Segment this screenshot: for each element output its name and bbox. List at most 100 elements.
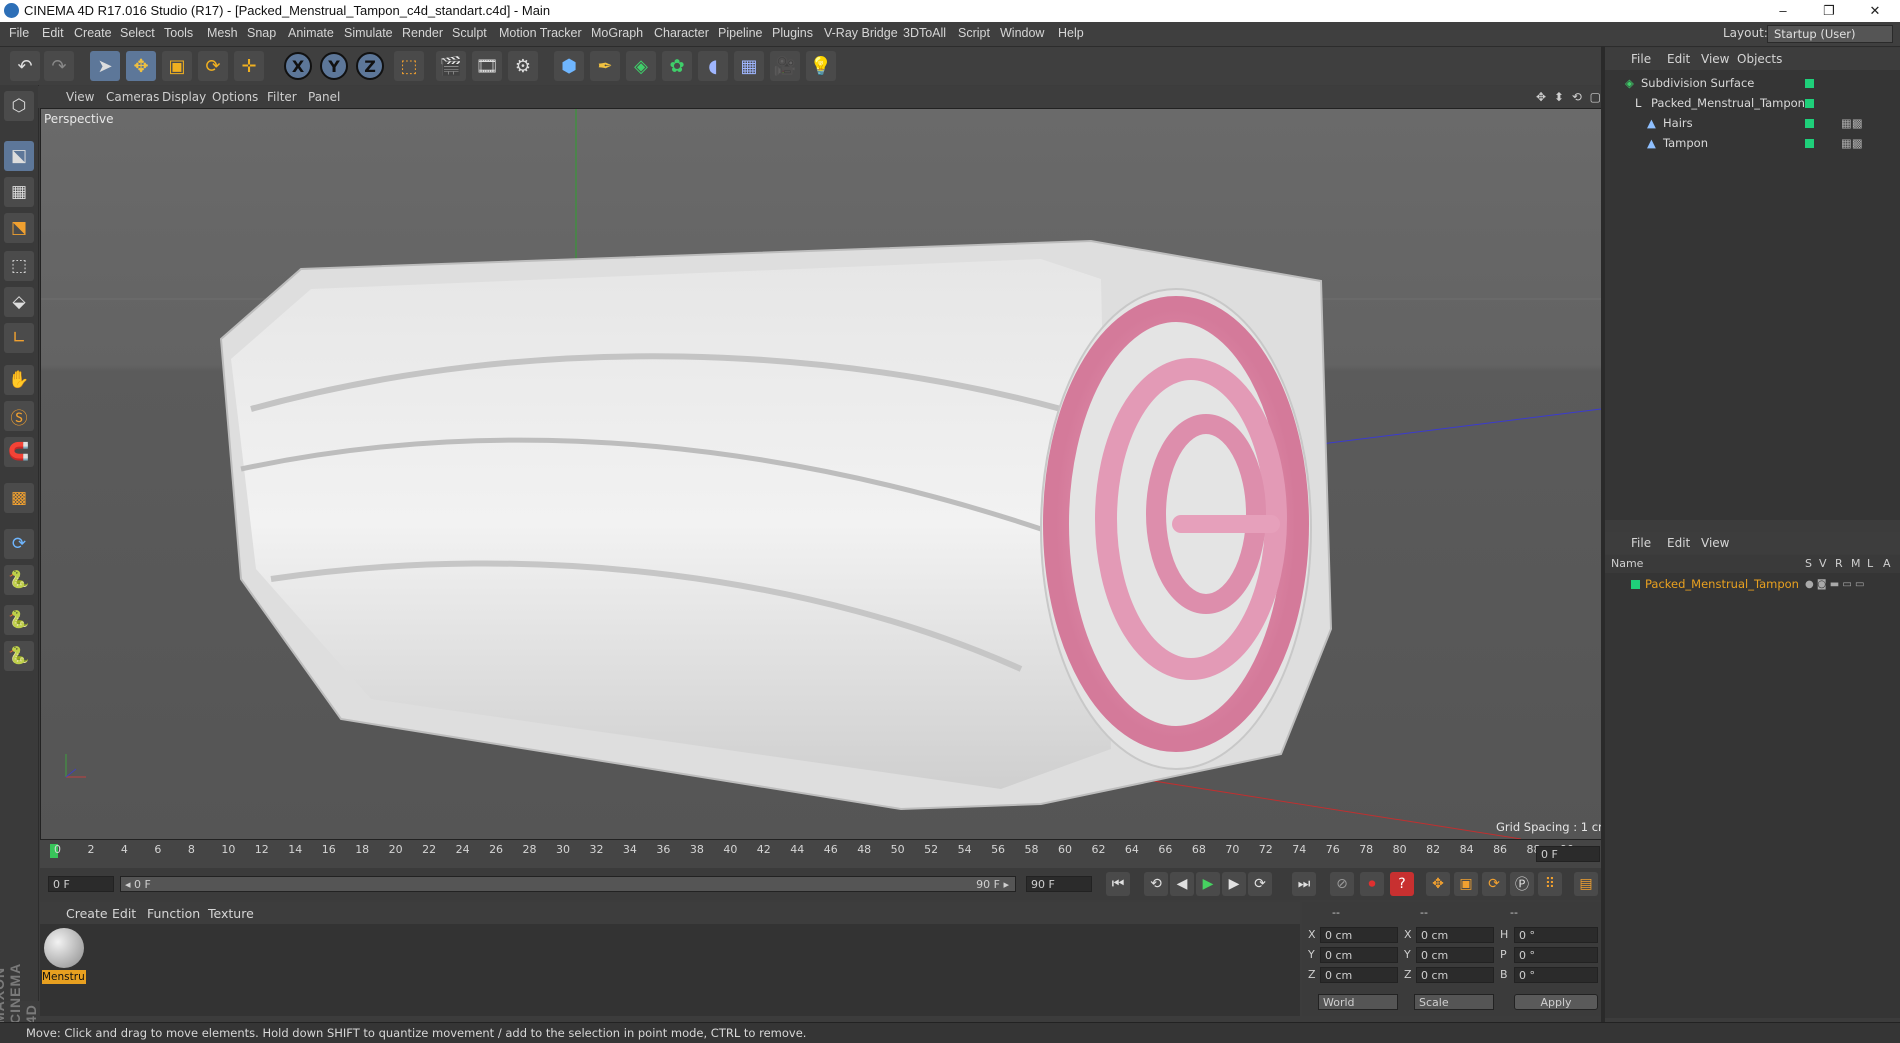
solo-mode-icon[interactable]: 🧲 <box>4 437 34 467</box>
edges-mode-icon[interactable]: ⬙ <box>4 287 34 317</box>
visibility-dot[interactable] <box>1805 139 1814 148</box>
material-name-label[interactable]: Menstru <box>42 970 86 984</box>
position-y-field[interactable]: 0 cm <box>1320 947 1398 963</box>
menu-render[interactable]: Render <box>402 26 443 40</box>
preview-frame-field[interactable]: 0 F <box>1536 846 1600 862</box>
menu-pipeline[interactable]: Pipeline <box>718 26 762 40</box>
viewport-menu-options[interactable]: Options <box>212 90 258 104</box>
layer-flags-icon[interactable]: ● ◙ ▬ ▭ ▭ <box>1805 575 1865 594</box>
render-picture-viewer-button[interactable]: 🎞 <box>472 51 502 81</box>
tweak-mode-icon[interactable]: Ⓢ <box>4 401 34 431</box>
axis-mode-icon[interactable]: ✋ <box>4 365 34 395</box>
position-x-field[interactable]: 0 cm <box>1320 927 1398 943</box>
menu-script[interactable]: Script <box>958 26 990 40</box>
prev-key-button[interactable]: ⟲ <box>1144 872 1168 896</box>
deformer-button[interactable]: ◖ <box>698 51 728 81</box>
model-mode-icon[interactable]: ⬕ <box>4 141 34 171</box>
next-key-button[interactable]: ⟳ <box>1248 872 1272 896</box>
goto-end-button[interactable]: ⏭ <box>1292 872 1316 896</box>
objects-menu-file[interactable]: File <box>1631 52 1651 66</box>
z-axis-lock-button[interactable]: Z <box>356 52 384 80</box>
menu-window[interactable]: Window <box>1000 26 1044 40</box>
viewport-menu-cameras[interactable]: Cameras <box>106 90 159 104</box>
material-tag-icon[interactable]: ▦▩ <box>1841 134 1863 153</box>
timeline-layout-button[interactable]: ▤ <box>1574 872 1598 896</box>
timeline-ruler[interactable]: 0 2 4 6 8 10 12 14 16 18 20 22 24 26 28 30 32 34 36 38 40 42 4… <box>40 840 1602 868</box>
visibility-dot[interactable] <box>1805 119 1814 128</box>
pen-spline-button[interactable]: ✒ <box>590 51 620 81</box>
cube-object-button[interactable]: ⬢ <box>554 51 584 81</box>
viewport-menu-filter[interactable]: Filter <box>267 90 297 104</box>
material-menu-edit[interactable]: Edit <box>112 906 136 921</box>
polygons-mode-icon[interactable]: ∟ <box>4 323 34 353</box>
menu-create[interactable]: Create <box>74 26 112 40</box>
menu-file[interactable]: File <box>9 26 29 40</box>
undo-button[interactable]: ↶ <box>10 51 40 81</box>
texture-mode-icon[interactable]: ▦ <box>4 177 34 207</box>
layers-menu-file[interactable]: File <box>1631 536 1651 550</box>
prev-frame-button[interactable]: ◀ <box>1170 872 1194 896</box>
record-disabled-button[interactable]: ⊘ <box>1330 872 1354 896</box>
python-script-icon[interactable]: 🐍 <box>4 605 34 635</box>
scale-tool-button[interactable]: ▣ <box>162 51 192 81</box>
menu-snap[interactable]: Snap <box>247 26 276 40</box>
subdivision-surface-button[interactable]: ◈ <box>626 51 656 81</box>
render-view-button[interactable]: 🎬 <box>436 51 466 81</box>
menu-mesh[interactable]: Mesh <box>207 26 238 40</box>
size-z-field[interactable]: 0 cm <box>1416 967 1494 983</box>
size-y-field[interactable]: 0 cm <box>1416 947 1494 963</box>
key-rotation-button[interactable]: ⟳ <box>1482 872 1506 896</box>
menu-vray-bridge[interactable]: V-Ray Bridge <box>824 26 898 40</box>
visibility-dot[interactable] <box>1805 79 1814 88</box>
frame-range-slider[interactable]: ◂ 0 F 90 F ▸ <box>120 876 1016 892</box>
python-script-2-icon[interactable]: 🐍 <box>4 641 34 671</box>
transform-tool-button[interactable]: ✛ <box>234 51 264 81</box>
redo-button[interactable]: ↷ <box>44 51 74 81</box>
object-row[interactable]: L Packed_Menstrual_Tampon <box>1605 94 1900 113</box>
light-button[interactable]: 💡 <box>806 51 836 81</box>
layout-dropdown[interactable]: Startup (User) <box>1767 25 1893 43</box>
autokey-help-button[interactable]: ? <box>1390 872 1414 896</box>
size-x-field[interactable]: 0 cm <box>1416 927 1494 943</box>
3d-viewport[interactable] <box>40 108 1602 840</box>
viewport-menu-view[interactable]: View <box>66 90 94 104</box>
objects-menu-objects[interactable]: Objects <box>1737 52 1782 66</box>
menu-select[interactable]: Select <box>120 26 155 40</box>
material-menu-texture[interactable]: Texture <box>208 906 254 921</box>
key-parameter-button[interactable]: Ⓟ <box>1510 872 1534 896</box>
play-button[interactable]: ▶ <box>1196 872 1220 896</box>
x-axis-lock-button[interactable]: X <box>284 52 312 80</box>
apply-button[interactable]: Apply <box>1514 994 1598 1010</box>
layers-menu-edit[interactable]: Edit <box>1667 536 1690 550</box>
object-row[interactable]: ▲ Hairs ▦▩ <box>1605 114 1900 133</box>
object-name[interactable]: Tampon <box>1663 134 1708 153</box>
render-settings-button[interactable]: ⚙ <box>508 51 538 81</box>
menu-mograph[interactable]: MoGraph <box>591 26 643 40</box>
current-frame-field[interactable]: 0 F <box>48 876 114 892</box>
viewport-menu-display[interactable]: Display <box>162 90 206 104</box>
menu-edit[interactable]: Edit <box>42 26 64 40</box>
object-name[interactable]: Subdivision Surface <box>1641 74 1754 93</box>
layers-list[interactable]: Packed_Menstrual_Tampon ● ◙ ▬ ▭ ▭ <box>1605 573 1900 1018</box>
y-axis-lock-button[interactable]: Y <box>320 52 348 80</box>
coordinate-mode-dropdown[interactable]: World <box>1318 994 1398 1010</box>
rotation-p-field[interactable]: 0 ° <box>1514 947 1598 963</box>
coordinate-system-button[interactable]: ⬚ <box>394 51 424 81</box>
object-name[interactable]: Hairs <box>1663 114 1693 133</box>
menu-help[interactable]: Help <box>1058 26 1084 40</box>
key-position-button[interactable]: ✥ <box>1426 872 1450 896</box>
object-row[interactable]: ◈ Subdivision Surface <box>1605 74 1900 93</box>
rotation-b-field[interactable]: 0 ° <box>1514 967 1598 983</box>
points-mode-icon[interactable]: ⬚ <box>4 251 34 281</box>
snapping-magnet-icon[interactable]: ▩ <box>4 483 34 513</box>
objects-menu-edit[interactable]: Edit <box>1667 52 1690 66</box>
material-manager-area[interactable]: Menstru <box>40 924 1300 1016</box>
material-preview-sphere[interactable] <box>44 928 84 968</box>
minimize-button[interactable]: – <box>1760 0 1806 22</box>
close-button[interactable]: ✕ <box>1852 0 1898 22</box>
menu-tools[interactable]: Tools <box>164 26 193 40</box>
menu-animate[interactable]: Animate <box>288 26 334 40</box>
floor-button[interactable]: ▦ <box>734 51 764 81</box>
menu-sculpt[interactable]: Sculpt <box>452 26 487 40</box>
maximize-button[interactable]: ❐ <box>1806 0 1852 22</box>
